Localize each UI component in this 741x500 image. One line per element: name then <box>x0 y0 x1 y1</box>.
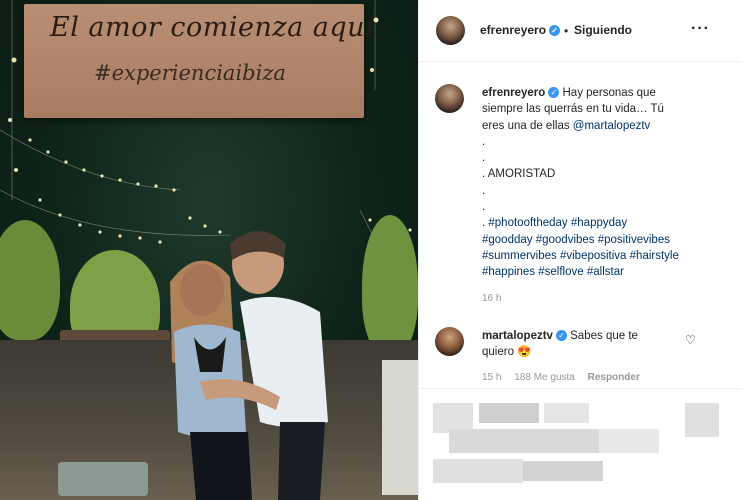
more-options-icon[interactable]: ··· <box>691 20 710 38</box>
avatar-efrenreyero[interactable] <box>436 16 465 45</box>
caption-amoristad: . AMORISTAD <box>482 168 556 181</box>
mention-link[interactable]: @martalopeztv <box>573 120 651 132</box>
reply-button[interactable]: Responder <box>588 372 640 383</box>
blur-block <box>433 459 523 483</box>
post-sidebar: efrenreyero ✓ • Siguiendo ··· efrenreyero… <box>418 0 741 500</box>
commenter-avatar[interactable] <box>435 327 464 356</box>
like-comment-heart-icon[interactable]: ♡ <box>685 333 696 347</box>
hashtags-line-4[interactable]: #happines #selflove #allstar <box>482 264 727 280</box>
hashtags-line-2[interactable]: #goodday #goodvibes #positivevibes <box>482 232 727 248</box>
caption-dot-1: . <box>482 135 486 148</box>
caption-avatar[interactable] <box>435 84 464 113</box>
caption-dot-4: . <box>482 201 486 214</box>
planter <box>58 462 148 496</box>
post-header: efrenreyero ✓ • Siguiendo ··· <box>419 0 741 62</box>
caption-line-2: siempre las querrás en tu vida… Tú <box>482 103 664 116</box>
white-stand <box>382 360 418 495</box>
comment-verified-icon: ✓ <box>555 330 567 342</box>
blur-block <box>685 403 719 437</box>
comment-text-2: quiero <box>482 346 514 358</box>
post-caption: efrenreyero ✓ Hay personas que siempre la… <box>482 85 727 281</box>
comment-timestamp[interactable]: 15 h <box>482 372 501 383</box>
verified-badge-icon: ✓ <box>549 25 561 37</box>
comment-line-1: martalopeztv ✓ Sabes que te <box>482 328 692 344</box>
blur-block <box>599 429 659 453</box>
header-username[interactable]: efrenreyero ✓ <box>480 23 561 37</box>
caption-line-1: efrenreyero ✓ Hay personas que <box>482 85 727 101</box>
couple-figure <box>170 231 328 500</box>
caption-text-3: eres una de ellas <box>482 119 573 132</box>
caption-timestamp[interactable]: 16 h <box>482 293 501 304</box>
caption-line-3: eres una de ellas @martalopeztv <box>482 118 727 134</box>
caption-verified-icon: ✓ <box>548 87 560 99</box>
comment-meta: 15 h 188 Me gusta Responder <box>482 372 650 383</box>
comment-username[interactable]: martalopeztv <box>482 330 553 342</box>
comment-likes[interactable]: 188 Me gusta <box>514 372 575 383</box>
following-button[interactable]: Siguiendo <box>574 23 632 37</box>
hashtags-line-3[interactable]: #summervibes #vibepositiva #hairstyle <box>482 248 727 264</box>
heart-eyes-emoji-icon: 😍 <box>517 346 532 358</box>
comment-text-1: Sabes que te <box>570 330 638 342</box>
comment-line-2: quiero 😍 <box>482 344 692 360</box>
blur-block <box>544 403 589 423</box>
header-separator: • <box>564 24 569 38</box>
header-username-text[interactable]: efrenreyero <box>480 23 546 37</box>
blur-block <box>523 461 603 481</box>
post-photo[interactable]: El amor comienza aquí #experienciaibiza <box>0 0 418 500</box>
caption-text-1: Hay personas que <box>562 87 656 99</box>
comment: martalopeztv ✓ Sabes que te quiero 😍 <box>482 328 692 360</box>
hashtags-line-1[interactable]: . #photooftheday #happyday <box>482 215 727 231</box>
blurred-comments <box>419 388 741 500</box>
blur-block <box>449 429 599 453</box>
blur-block <box>479 403 539 423</box>
caption-username[interactable]: efrenreyero <box>482 87 545 99</box>
instagram-post: El amor comienza aquí #experienciaibiza <box>0 0 741 500</box>
plant-right <box>362 215 418 355</box>
caption-dot-3: . <box>482 184 486 197</box>
caption-dot-2: . <box>482 152 486 165</box>
